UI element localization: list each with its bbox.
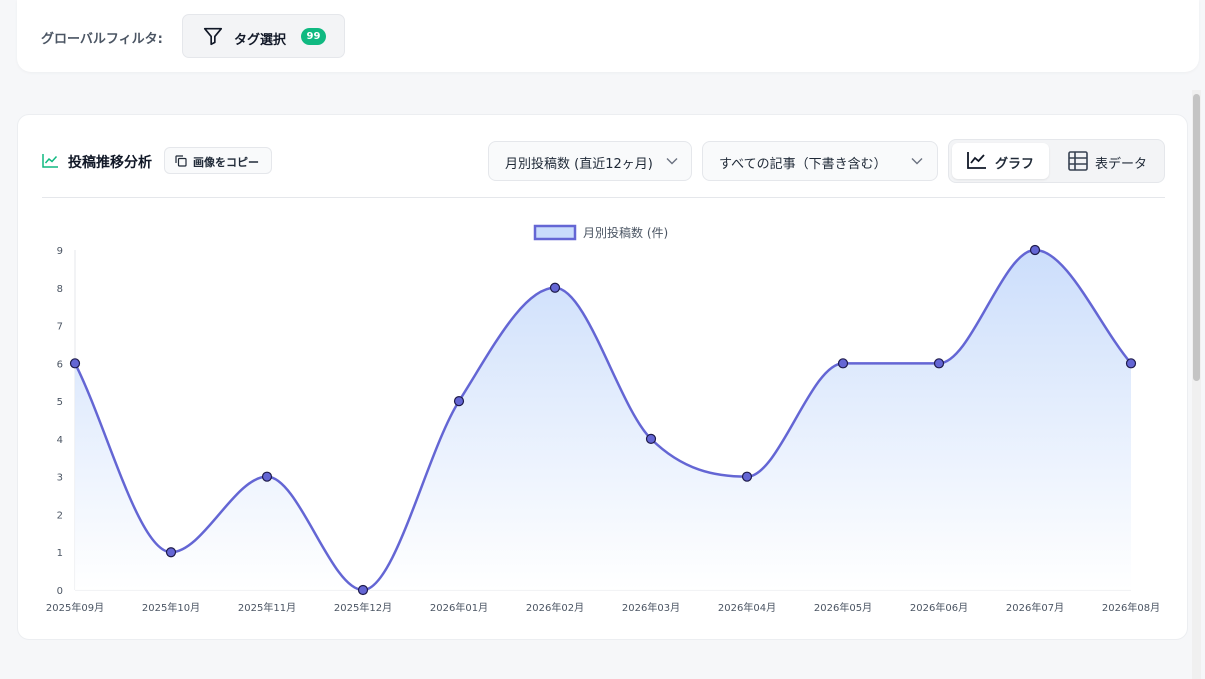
global-filter-bar: グローバルフィルタ: タグ選択 99 [17,0,1199,72]
data-point [165,547,177,558]
data-point [357,584,369,596]
x-tick-label: 2025年09月 [46,601,104,614]
y-tick-label: 7 [57,322,63,333]
data-point [837,358,849,369]
x-tick-label: 2026年07月 [1006,601,1064,614]
y-tick-label: 3 [57,473,63,484]
tag-count-badge: 99 [301,28,326,45]
x-tick-label: 2025年10月 [142,601,200,614]
data-point [261,471,273,482]
legend-swatch [533,224,577,241]
y-tick-label: 1 [57,548,63,559]
data-point [933,358,945,369]
y-tick-label: 4 [57,435,63,446]
tag-select-label: タグ選択 [234,33,287,48]
y-tick-label: 5 [57,397,63,408]
series-area [75,250,1131,590]
y-tick-label: 2 [57,510,63,521]
tag-select-button[interactable]: タグ選択 99 [182,14,345,58]
data-point [645,433,657,444]
y-tick-label: 0 [57,586,63,597]
scrollbar-thumb[interactable] [1193,94,1200,381]
x-tick-label: 2025年12月 [334,601,392,614]
x-tick-label: 2026年08月 [1102,601,1160,614]
data-point [1029,244,1041,256]
y-tick-label: 6 [57,359,63,370]
data-point [69,358,81,369]
x-tick-label: 2026年01月 [430,601,488,614]
data-point [453,396,465,407]
post-trend-panel: 投稿推移分析 画像をコピー 月別投稿数 (直近12ヶ月) すべての記事（下書き含… [17,114,1188,640]
x-tick-label: 2026年02月 [526,601,584,614]
global-filter-label: グローバルフィルタ: [41,32,163,47]
y-tick-label: 9 [57,246,63,257]
y-tick-label: 8 [57,284,63,295]
x-tick-label: 2025年11月 [238,601,296,614]
data-point [741,471,753,482]
data-point [1125,358,1137,369]
x-tick-label: 2026年06月 [910,601,968,614]
data-point [549,282,561,293]
legend-label: 月別投稿数 (件) [583,225,668,240]
filter-icon [203,27,223,46]
x-tick-label: 2026年03月 [622,601,680,614]
x-tick-label: 2026年04月 [718,601,776,614]
x-tick-label: 2026年05月 [814,601,872,614]
post-trend-chart: 0 1 2 3 4 5 6 7 8 9 2025年09月 2025年10月 2025年11月 2025年1… [46,224,1160,614]
